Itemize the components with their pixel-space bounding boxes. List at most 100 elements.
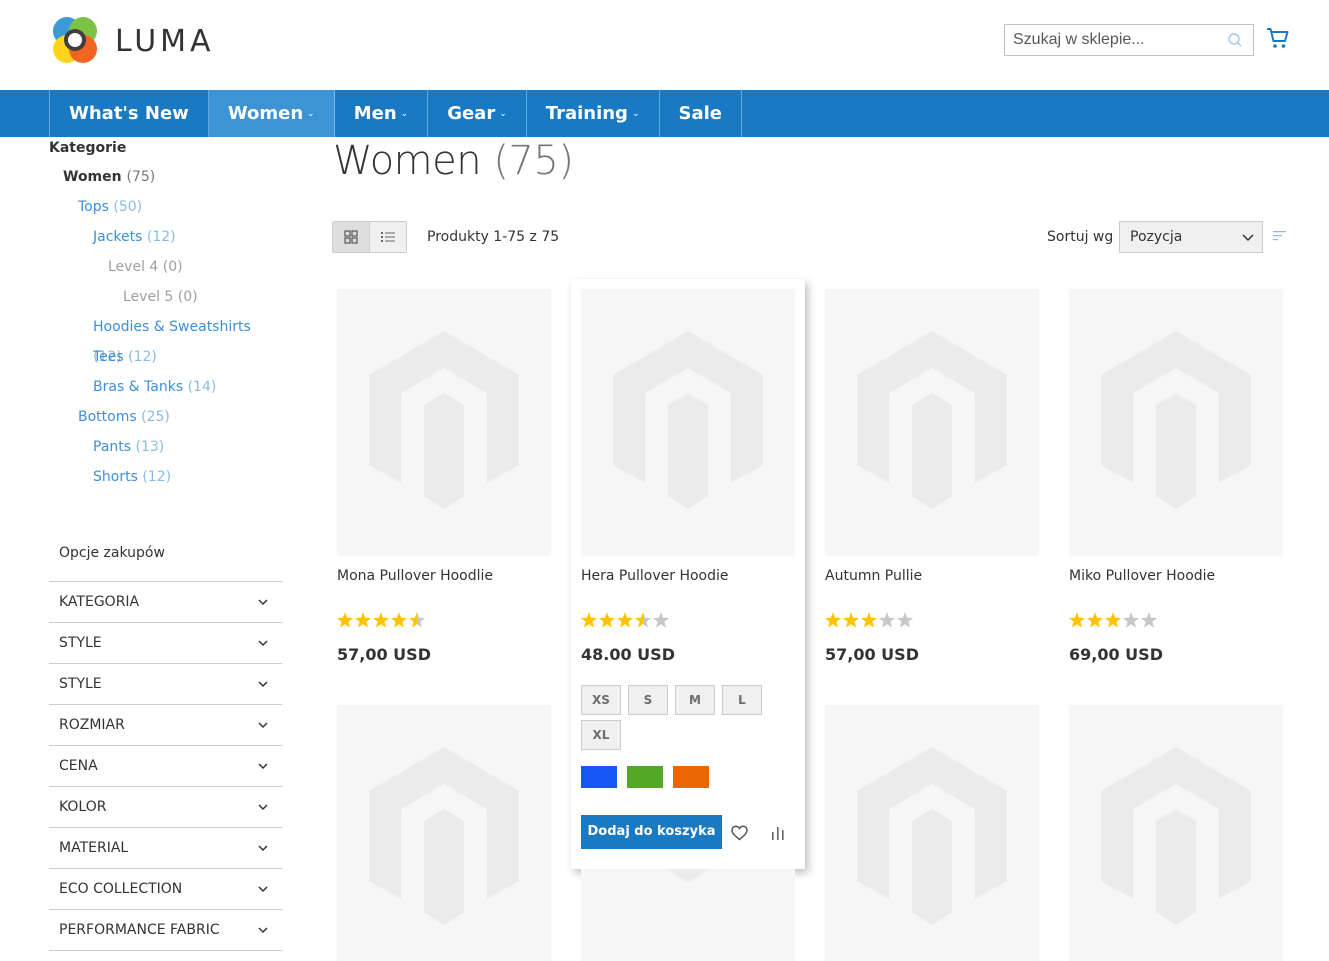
- filter-cena[interactable]: CENA: [49, 746, 282, 787]
- category-item[interactable]: Bras & Tanks (14): [49, 372, 282, 402]
- product-card[interactable]: Mona Pullover Hoodlie 57,00 USD: [337, 289, 551, 664]
- sort-value: Pozycja: [1130, 229, 1183, 245]
- size-swatch[interactable]: L: [722, 685, 762, 715]
- cart-icon[interactable]: [1266, 26, 1290, 50]
- star-icon: [825, 612, 842, 628]
- nav-item-gear[interactable]: Gear ⌄: [428, 90, 527, 137]
- search-box[interactable]: [1004, 24, 1254, 56]
- rating-stars: [337, 612, 426, 628]
- category-item[interactable]: Shorts (12): [49, 462, 282, 492]
- product-name[interactable]: Autumn Pullie: [825, 568, 922, 584]
- product-image[interactable]: [825, 289, 1039, 556]
- product-price: 57,00 USD: [825, 645, 919, 664]
- heart-icon[interactable]: [731, 825, 748, 841]
- nav-item-women[interactable]: Women ⌄: [208, 90, 335, 137]
- chevron-down-icon: [258, 722, 268, 729]
- main-navigation: What's New Women ⌄ Men ⌄ Gear ⌄ Training ⌄ S…: [0, 90, 1329, 137]
- product-image[interactable]: [581, 869, 795, 961]
- chevron-down-icon: [258, 927, 268, 934]
- product-card[interactable]: Autumn Pullie 57,00 USD: [825, 289, 1039, 664]
- category-item[interactable]: Bottoms (25): [49, 402, 282, 432]
- filter-kategoria[interactable]: KATEGORIA: [49, 582, 282, 623]
- add-to-cart-button[interactable]: Dodaj do koszyka: [581, 815, 722, 849]
- filter-rozmiar[interactable]: ROZMIAR: [49, 705, 282, 746]
- color-swatch-blue[interactable]: [581, 766, 617, 788]
- sort-select[interactable]: Pozycja: [1119, 221, 1263, 253]
- filter-kolor[interactable]: KOLOR: [49, 787, 282, 828]
- luma-logo-icon: [53, 17, 97, 63]
- star-icon: [354, 612, 372, 628]
- sort-direction-icon[interactable]: [1273, 229, 1287, 243]
- product-name[interactable]: Miko Pullover Hoodie: [1069, 568, 1215, 584]
- sort-label: Sortuj wg: [1047, 229, 1114, 245]
- nav-item-whats-new[interactable]: What's New: [50, 90, 209, 137]
- grid-view-button[interactable]: [332, 221, 370, 253]
- product-image[interactable]: [337, 289, 551, 556]
- filter-style[interactable]: STYLE: [49, 664, 282, 705]
- category-item[interactable]: Women (75): [49, 162, 282, 192]
- product-card[interactable]: [1069, 705, 1283, 961]
- size-swatch[interactable]: XL: [581, 720, 621, 750]
- product-name[interactable]: Mona Pullover Hoodlie: [337, 568, 493, 584]
- size-swatch[interactable]: M: [675, 685, 715, 715]
- nav-item-sale[interactable]: Sale: [660, 90, 742, 137]
- star-icon: [598, 612, 616, 628]
- nav-label: Gear: [447, 103, 496, 124]
- category-item[interactable]: Level 5 (0): [49, 282, 282, 312]
- star-icon: [616, 612, 634, 628]
- placeholder-logo-icon: [369, 331, 519, 509]
- product-name[interactable]: Hera Pullover Hoodie: [581, 568, 729, 584]
- product-image[interactable]: [1069, 289, 1283, 556]
- size-swatch[interactable]: S: [628, 685, 668, 715]
- category-item[interactable]: Hoodies & Sweatshirts (12): [49, 312, 282, 365]
- product-image[interactable]: [337, 705, 551, 961]
- chevron-down-icon: ⌄: [499, 108, 507, 119]
- product-card[interactable]: Miko Pullover Hoodie 69,00 USD: [1069, 289, 1283, 664]
- shopping-options-title: Opcje zakupów: [59, 545, 165, 561]
- placeholder-logo-icon: [857, 747, 1007, 925]
- rating-stars: [825, 612, 914, 628]
- list-view-button[interactable]: [369, 221, 407, 253]
- rating-stars: [581, 612, 670, 628]
- nav-item-men[interactable]: Men ⌄: [335, 90, 429, 137]
- categories-title: Kategorie: [49, 140, 127, 156]
- product-price: 48.00 USD: [581, 645, 675, 664]
- nav-label: What's New: [69, 103, 189, 124]
- filter-style[interactable]: STYLE: [49, 623, 282, 664]
- category-item[interactable]: Tops (50): [49, 192, 282, 222]
- luma-logo[interactable]: LUMA: [49, 15, 215, 67]
- product-image[interactable]: [581, 289, 795, 556]
- placeholder-logo-icon: [1101, 747, 1251, 925]
- product-price: 57,00 USD: [337, 645, 431, 664]
- compare-icon[interactable]: [771, 826, 785, 840]
- filter-material[interactable]: MATERIAL: [49, 828, 282, 869]
- color-swatch-orange[interactable]: [673, 766, 709, 788]
- category-item[interactable]: Jackets (12): [49, 222, 282, 252]
- nav-item-training[interactable]: Training ⌄: [527, 90, 660, 137]
- product-image[interactable]: [825, 705, 1039, 961]
- product-card[interactable]: [825, 705, 1039, 961]
- page-header: LUMA: [0, 0, 1329, 90]
- product-image[interactable]: [1069, 705, 1283, 961]
- star-icon: [390, 612, 408, 628]
- star-icon: [634, 612, 652, 628]
- search-icon[interactable]: [1227, 32, 1243, 48]
- category-item[interactable]: Level 4 (0): [49, 252, 282, 282]
- category-item[interactable]: Tees (12): [49, 342, 282, 372]
- nav-label: Men: [353, 103, 397, 124]
- chevron-down-icon: [258, 681, 268, 688]
- filter-performance-fabric[interactable]: PERFORMANCE FABRIC: [49, 910, 282, 951]
- size-swatch[interactable]: XS: [581, 685, 621, 715]
- chevron-down-icon: [258, 845, 268, 852]
- chevron-down-icon: [258, 599, 268, 606]
- filter-eco-collection[interactable]: ECO COLLECTION: [49, 869, 282, 910]
- color-swatch-green[interactable]: [627, 766, 663, 788]
- category-item[interactable]: Pants (13): [49, 432, 282, 462]
- star-icon: [1086, 612, 1104, 628]
- star-icon: [1104, 612, 1122, 628]
- search-input[interactable]: [1005, 25, 1215, 55]
- product-card[interactable]: [337, 705, 551, 961]
- toolbar-amount: Produkty 1-75 z 75: [427, 229, 560, 245]
- product-card[interactable]: Hera Pullover Hoodie 48.00 USD: [581, 289, 795, 664]
- chevron-down-icon: ⌄: [400, 108, 409, 119]
